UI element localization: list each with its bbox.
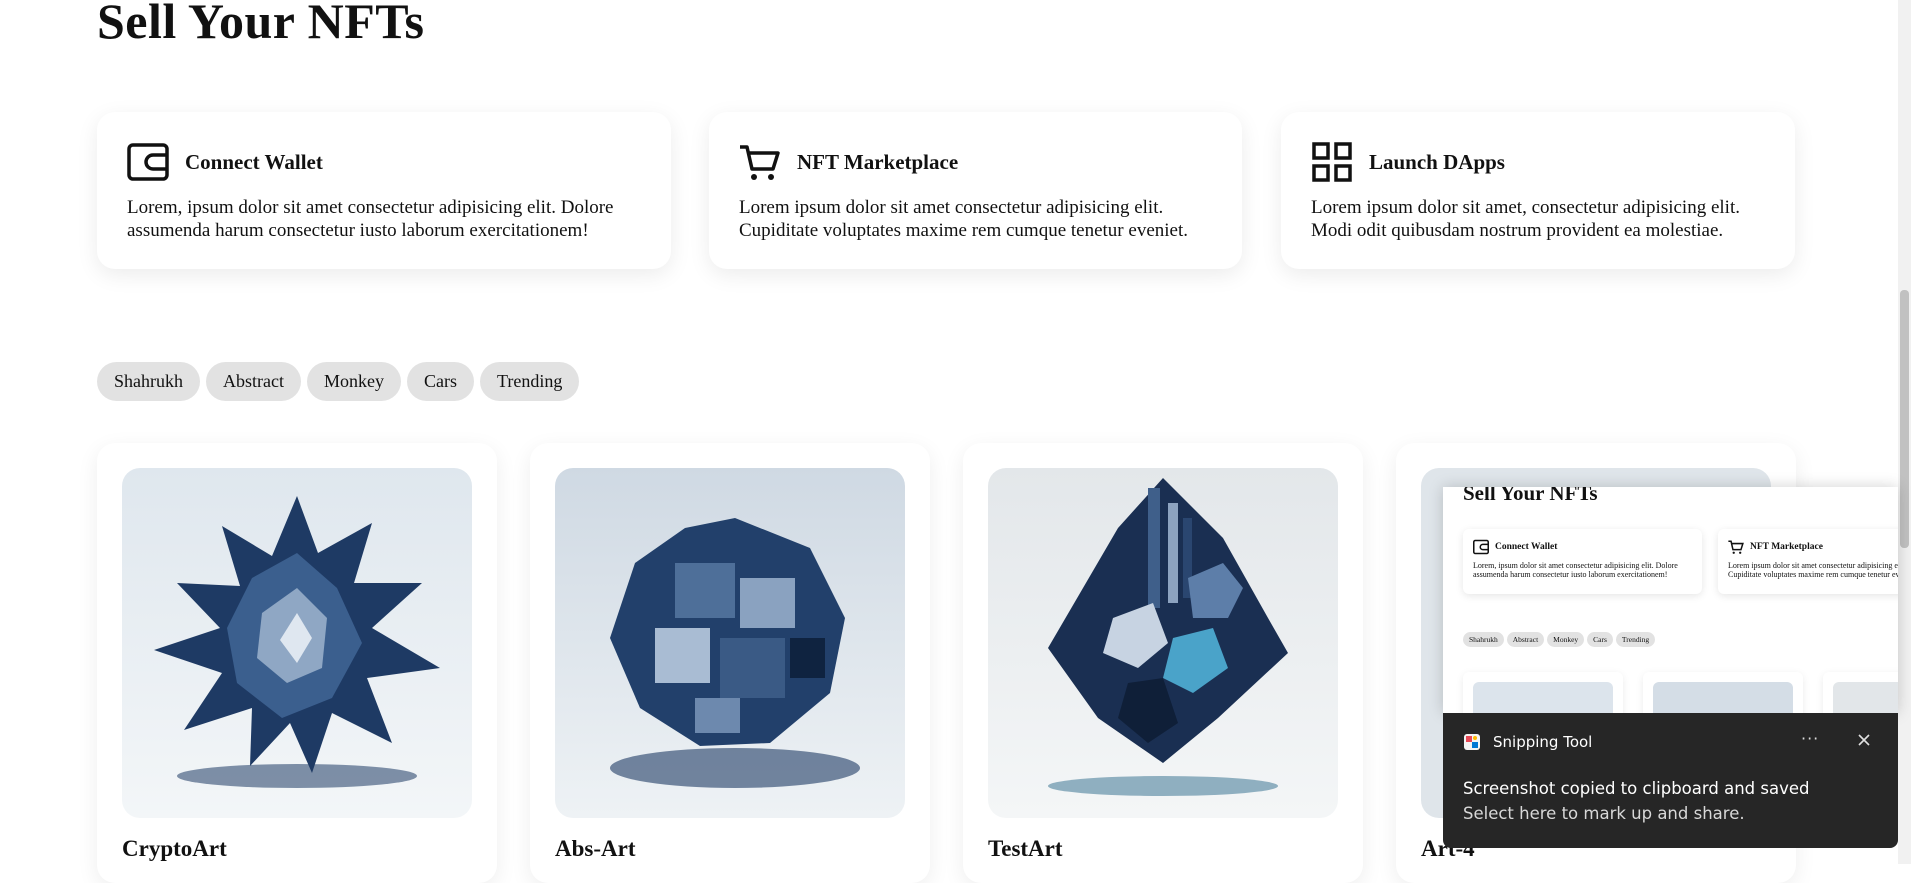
preview-nft-card — [1463, 672, 1623, 713]
preview-page-title: Sell Your NFTs — [1463, 487, 1598, 505]
preview-nft-card — [1823, 672, 1898, 713]
snipping-tool-icon — [1464, 734, 1480, 750]
wallet-icon — [127, 143, 169, 181]
preview-filter-chips: Shahrukh Abstract Monkey Cars Trending — [1463, 632, 1656, 647]
feature-title: NFT Marketplace — [797, 149, 959, 174]
feature-card-launch-dapps[interactable]: Launch DApps Lorem ipsum dolor sit amet,… — [1281, 112, 1795, 269]
nft-card-abs-art[interactable]: Abs-Art — [530, 443, 930, 883]
close-icon[interactable] — [1855, 731, 1873, 749]
scrollbar-thumb[interactable] — [1900, 290, 1909, 548]
nft-image — [555, 468, 905, 818]
preview-nft-card — [1643, 672, 1803, 713]
nft-card-testart[interactable]: TestArt — [963, 443, 1363, 883]
page-scrollbar[interactable] — [1898, 0, 1911, 864]
filter-chip-shahrukh[interactable]: Shahrukh — [97, 362, 200, 401]
filter-chip-monkey[interactable]: Monkey — [306, 362, 401, 401]
nft-image — [988, 468, 1338, 818]
filter-chip-trending[interactable]: Trending — [479, 362, 580, 401]
nft-title: TestArt — [988, 836, 1063, 861]
feature-title: Launch DApps — [1369, 149, 1505, 174]
nft-image — [122, 468, 472, 818]
feature-description: Lorem, ipsum dolor sit amet consectetur … — [127, 197, 614, 241]
grid-apps-icon — [1312, 142, 1352, 182]
feature-description: Lorem ipsum dolor sit amet, consectetur … — [1311, 197, 1740, 241]
toast-more-options-button[interactable]: ··· — [1801, 729, 1819, 748]
shopping-cart-icon — [740, 145, 780, 180]
toast-submessage: Select here to mark up and share. — [1463, 804, 1745, 823]
wallet-icon — [1473, 539, 1489, 555]
nft-title: Abs-Art — [555, 836, 636, 861]
preview-card-connect-wallet: Connect Wallet Lorem, ipsum dolor sit am… — [1463, 529, 1702, 594]
toast-app-name: Snipping Tool — [1493, 733, 1593, 751]
filter-chip-abstract[interactable]: Abstract — [206, 362, 301, 401]
preview-card-nft-marketplace: NFT Marketplace Lorem ipsum dolor sit am… — [1718, 529, 1898, 594]
filter-chip-cars[interactable]: Cars — [406, 362, 474, 401]
toast-message: Screenshot copied to clipboard and saved — [1463, 779, 1810, 798]
shopping-cart-icon — [1728, 540, 1744, 554]
feature-description: Lorem ipsum dolor sit amet consectetur a… — [739, 197, 1188, 241]
feature-card-connect-wallet[interactable]: Connect Wallet Lorem, ipsum dolor sit am… — [97, 112, 671, 269]
snipping-tool-preview[interactable]: Sell Your NFTs Connect Wallet Lorem, ips… — [1443, 487, 1898, 713]
filter-chips: Shahrukh Abstract Monkey Cars Trending — [97, 362, 580, 401]
feature-title: Connect Wallet — [185, 149, 323, 174]
snipping-tool-notification[interactable]: Snipping Tool ··· Screenshot copied to c… — [1443, 713, 1898, 848]
nft-card-cryptoart[interactable]: CryptoArt — [97, 443, 497, 883]
nft-title: CryptoArt — [122, 836, 227, 861]
toast-app-header: Snipping Tool — [1463, 733, 1592, 751]
feature-card-nft-marketplace[interactable]: NFT Marketplace Lorem ipsum dolor sit am… — [709, 112, 1242, 269]
page-title: Sell Your NFTs — [97, 0, 425, 49]
